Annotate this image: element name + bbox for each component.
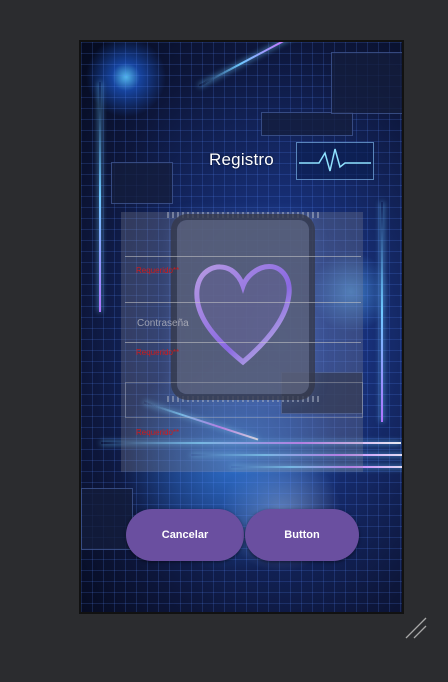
confirm-error: Requerido**	[136, 428, 180, 437]
circuit-component	[81, 488, 133, 550]
circuit-component	[331, 52, 402, 114]
password-field-divider	[125, 302, 361, 303]
username-error: Requerido**	[136, 266, 180, 275]
submit-button[interactable]: Button	[245, 509, 359, 561]
password-error: Requerido**	[136, 348, 180, 357]
page-title: Registro	[209, 150, 274, 169]
circuit-trace	[99, 82, 101, 312]
cancel-button[interactable]: Cancelar	[126, 509, 244, 561]
resize-handle-icon[interactable]	[404, 616, 428, 640]
password-field[interactable]	[125, 342, 361, 343]
device-preview: Registro Requerido** Contraseña Requerid…	[79, 40, 404, 614]
circuit-trace	[381, 202, 383, 422]
confirm-field[interactable]	[125, 382, 363, 418]
circuit-component	[261, 112, 353, 136]
editor-canvas: Registro Requerido** Contraseña Requerid…	[0, 0, 448, 682]
password-hint[interactable]: Contraseña	[137, 318, 189, 329]
username-field[interactable]	[125, 256, 361, 257]
